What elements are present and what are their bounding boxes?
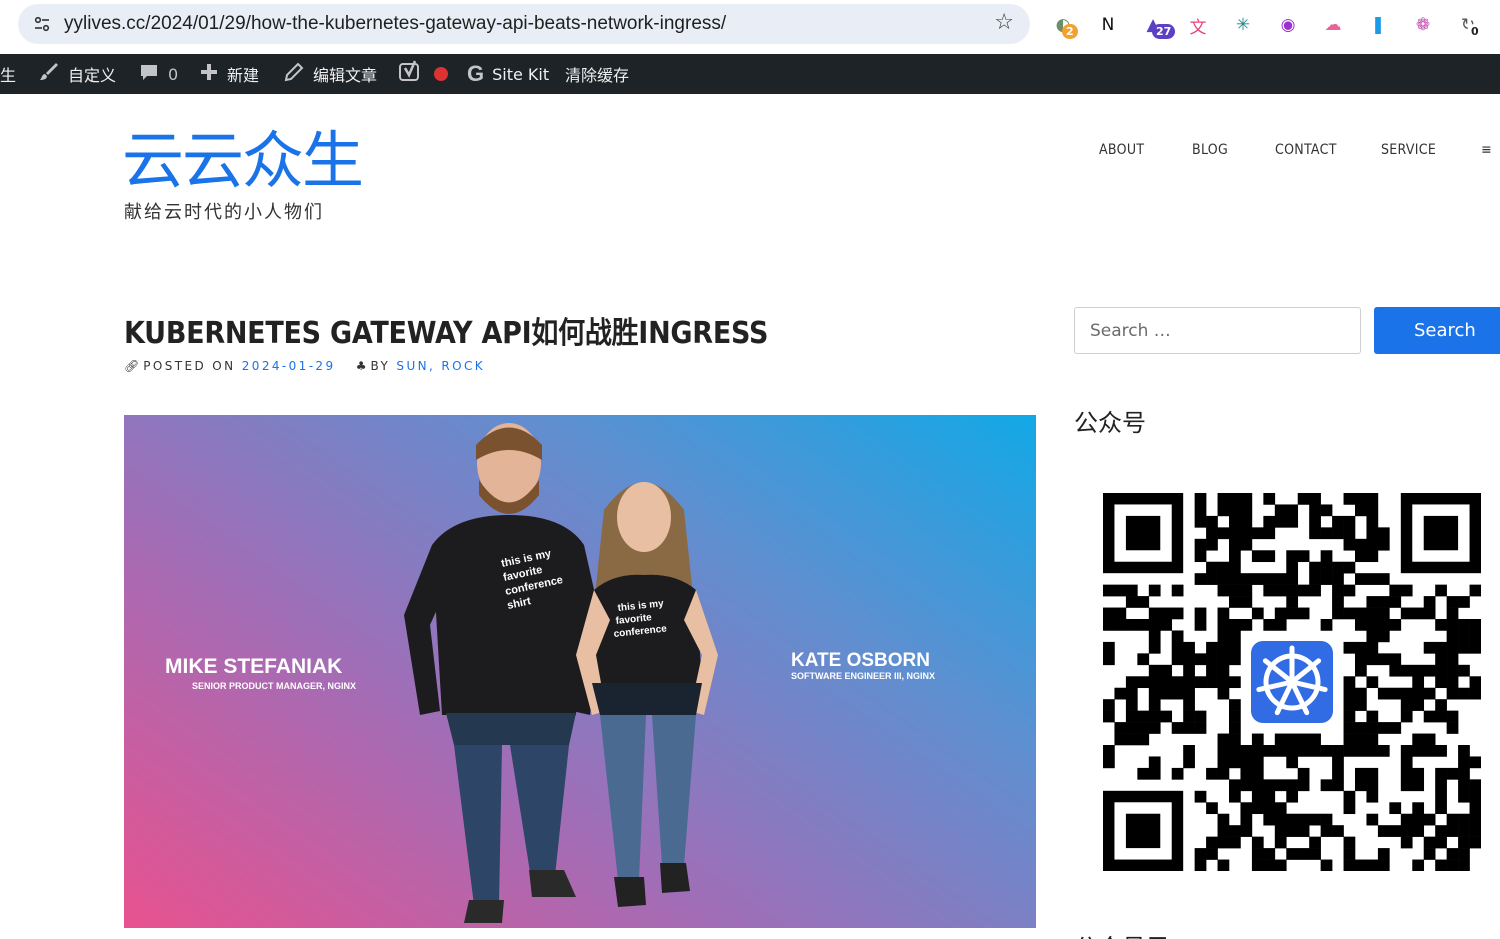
admin-yoast-link[interactable]: [398, 54, 448, 94]
person-kate: [576, 482, 718, 907]
admin-site-name[interactable]: 生: [0, 54, 16, 94]
yoast-status-dot-icon: [434, 67, 448, 81]
admin-sitekit-link[interactable]: G Site Kit: [467, 54, 549, 94]
notion-icon[interactable]: N: [1095, 12, 1121, 38]
featured-image: this is my favorite conference shirt thi…: [124, 415, 1036, 928]
reader-icon[interactable]: ◉: [1275, 12, 1301, 38]
site-settings-icon[interactable]: [30, 12, 54, 36]
network-icon[interactable]: ✳: [1230, 12, 1256, 38]
sync-icon[interactable]: ↻ 0: [1455, 12, 1483, 39]
hero-name-right: KATE OSBORN: [791, 650, 930, 671]
google-g-icon: G: [467, 61, 485, 86]
admin-new-label: 新建: [227, 66, 260, 85]
yoast-icon: [398, 60, 422, 88]
hero-title-left: SENIOR PRODUCT MANAGER, NGINX: [192, 681, 357, 691]
admin-customize-link[interactable]: 自定义: [38, 54, 116, 94]
admin-clear-cache-link[interactable]: 清除缓存: [565, 54, 629, 94]
post-meta: 🔗︎ POSTED ON 2024-01-29 ♣ BY SUN, ROCK: [124, 359, 485, 373]
search-input[interactable]: [1074, 307, 1361, 354]
chatgpt-ext-icon[interactable]: ◐ 2: [1050, 12, 1078, 39]
plus-icon: [199, 62, 219, 87]
wechat-qr-code: [1103, 493, 1482, 872]
paintbrush-icon: [38, 61, 60, 88]
posted-on-label: POSTED ON: [143, 359, 236, 373]
url-text[interactable]: yylives.cc/2024/01/29/how-the-kubernetes…: [64, 13, 726, 35]
admin-comments-link[interactable]: 0: [138, 54, 178, 94]
admin-edit-post-link[interactable]: 编辑文章: [283, 54, 377, 94]
admin-edit-post-label: 编辑文章: [313, 66, 378, 85]
bookmark-star-icon[interactable]: ☆: [994, 10, 1014, 35]
post-author-link[interactable]: SUN, ROCK: [396, 359, 485, 373]
widget-title-wechat: 公众号: [1074, 409, 1146, 437]
cloud-icon[interactable]: ☁: [1320, 12, 1346, 38]
admin-site-label: 生: [0, 66, 17, 85]
bookmark-icon[interactable]: ❚: [1365, 12, 1391, 38]
site-title[interactable]: 云云众生: [122, 126, 364, 196]
nav-about[interactable]: ABOUT: [1099, 142, 1144, 158]
kubernetes-logo-icon: [1245, 635, 1339, 729]
pencil-icon: [283, 61, 305, 88]
browser-toolbar: yylives.cc/2024/01/29/how-the-kubernetes…: [0, 0, 1500, 54]
nav-blog[interactable]: BLOG: [1192, 142, 1228, 158]
link-icon: 🔗︎: [124, 359, 140, 373]
site-description: 献给云时代的小人物们: [124, 202, 324, 223]
post-title: KUBERNETES GATEWAY API如何战胜INGRESS: [124, 316, 769, 351]
extension-badge: 27: [1152, 24, 1176, 39]
openai-icon[interactable]: ❁: [1410, 12, 1436, 38]
extension-badge: 0: [1467, 24, 1483, 39]
author-icon: ♣: [355, 359, 367, 373]
translate-icon[interactable]: 文: [1185, 12, 1211, 38]
wp-admin-bar: 生 自定义 0 新建 编辑文章 G Site Kit 清除缓存: [0, 54, 1500, 94]
admin-clear-cache-label: 清除缓存: [565, 66, 630, 85]
admin-new-link[interactable]: 新建: [199, 54, 259, 94]
nav-contact[interactable]: CONTACT: [1275, 142, 1337, 158]
address-bar[interactable]: yylives.cc/2024/01/29/how-the-kubernetes…: [18, 4, 1030, 44]
extension-badge: 2: [1062, 24, 1078, 39]
post-date-link[interactable]: 2024-01-29: [242, 359, 336, 373]
comment-bubble-icon: [138, 61, 160, 88]
hero-title-right: SOFTWARE ENGINEER III, NGINX: [791, 671, 936, 681]
qr-code-image: [1103, 493, 1482, 872]
graduation-icon[interactable]: ▲ 27: [1140, 12, 1176, 39]
admin-customize-label: 自定义: [68, 66, 117, 85]
widget-title-2: 公众号己: [1074, 928, 1170, 939]
person-mike: [404, 423, 602, 923]
nav-service[interactable]: SERVICE: [1381, 142, 1436, 158]
admin-sitekit-label: Site Kit: [492, 64, 550, 84]
hero-name-left: MIKE STEFANIAK: [165, 655, 343, 678]
admin-comments-count: 0: [168, 64, 179, 84]
by-label: BY: [370, 359, 391, 373]
search-button[interactable]: Search: [1374, 307, 1500, 354]
menu-toggle-icon[interactable]: ≡: [1481, 142, 1492, 158]
